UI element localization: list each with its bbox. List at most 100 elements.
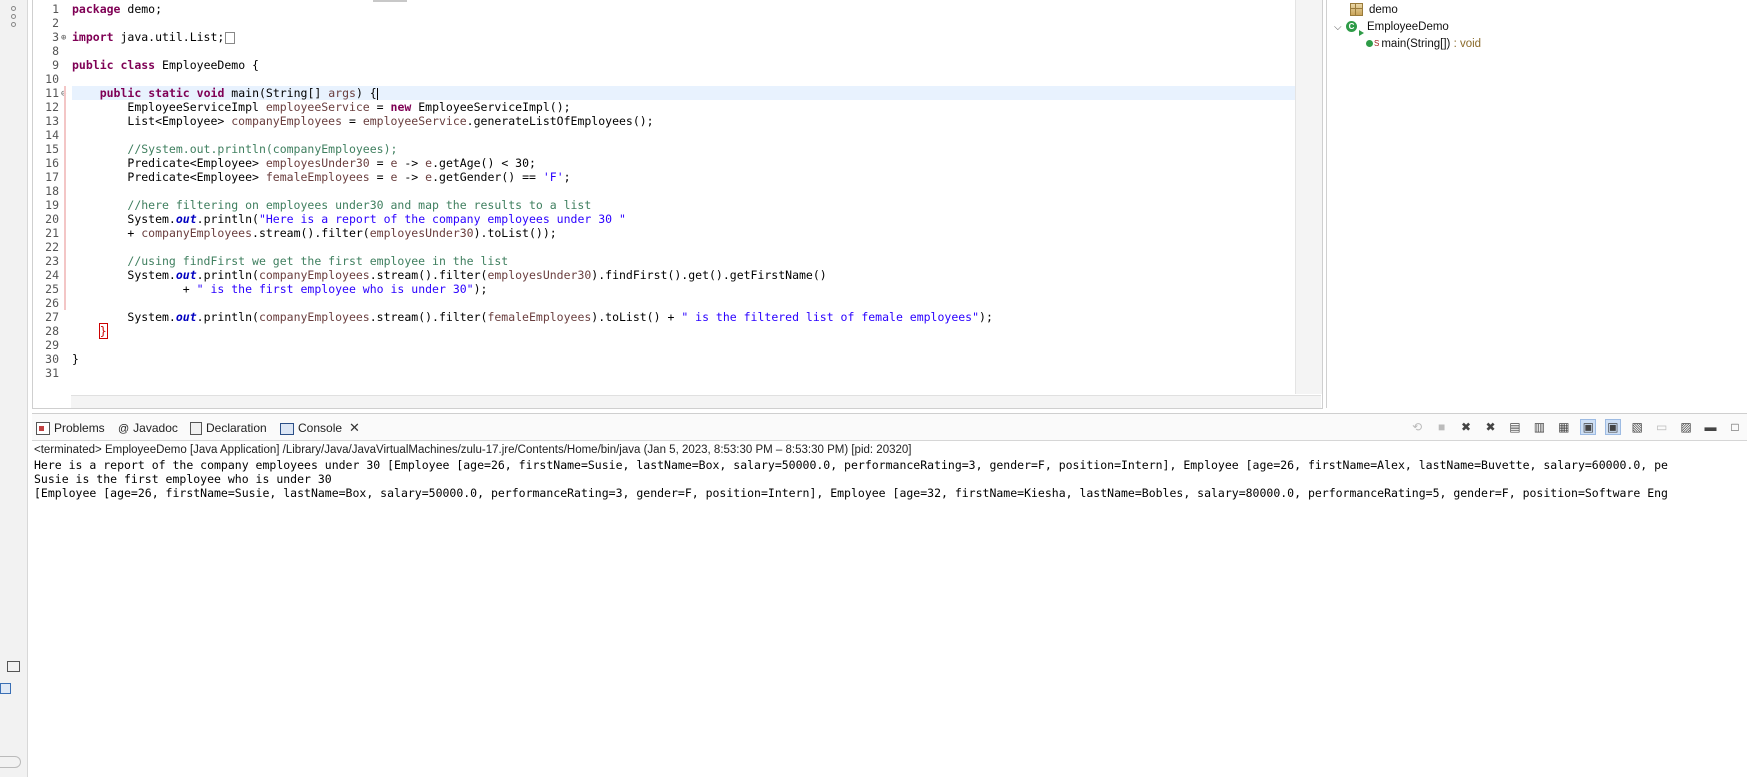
line-number: 28	[45, 324, 59, 338]
remove-all-terminated-icon[interactable]: ✖	[1482, 419, 1498, 435]
tab-console[interactable]: Console ✕	[280, 419, 360, 437]
code-line[interactable]: List<Employee> companyEmployees = employ…	[72, 114, 1322, 128]
console-output-line: Susie is the first employee who is under…	[34, 472, 332, 486]
open-console-icon[interactable]: ▨	[1678, 419, 1694, 435]
code-line[interactable]: }	[72, 323, 1322, 339]
line-number: 29	[45, 338, 59, 352]
runnable-icon	[1359, 30, 1364, 36]
line-number: 1	[52, 2, 59, 16]
console-output[interactable]: Here is a report of the company employee…	[34, 458, 1744, 500]
minimized-view-icon[interactable]	[0, 683, 11, 694]
left-scroll-handle[interactable]	[0, 756, 21, 768]
console-toolbar: ⟲ ■ ✖ ✖ ▤ ▥ ▦ ▣ ▣ ▧ ▭ ▨ ▬ □	[1405, 418, 1743, 436]
line-number: 18	[33, 184, 66, 198]
maximize-icon[interactable]: □	[1727, 419, 1743, 435]
code-line[interactable]: public class EmployeeDemo {	[72, 58, 1322, 72]
code-line[interactable]	[72, 240, 1322, 254]
minimize-icon[interactable]: ▬	[1703, 419, 1719, 435]
line-number: 30	[45, 352, 59, 366]
editor-vertical-scrollbar[interactable]	[1295, 0, 1322, 394]
javadoc-icon: @	[118, 422, 130, 435]
collapsed-imports-icon[interactable]	[225, 31, 236, 44]
clear-console-icon[interactable]: ▤	[1507, 419, 1523, 435]
code-line-current[interactable]: public static void main(String[] args) {	[72, 86, 1322, 100]
tab-declaration[interactable]: Declaration	[190, 419, 267, 437]
scroll-lock-icon[interactable]: ▥	[1531, 419, 1547, 435]
code-line[interactable]: System.out.println(companyEmployees.stre…	[72, 310, 1322, 324]
code-line[interactable]: //here filtering on employees under30 an…	[72, 198, 1322, 212]
package-icon	[1350, 3, 1363, 17]
bottom-panel: Problems @ Javadoc Declaration Console ✕ ⟲…	[32, 413, 1747, 778]
code-editor[interactable]: 1 2 3 ⊕ 8 9 10 11 ⊖ 12 13 14 15 16 17 18 1…	[32, 0, 1323, 409]
close-icon[interactable]: ✕	[349, 420, 360, 435]
show-on-stderr-icon[interactable]: ▣	[1604, 418, 1621, 435]
word-wrap-icon[interactable]: ▦	[1556, 419, 1572, 435]
expand-fold-icon[interactable]: ⊕	[61, 31, 66, 45]
line-number: 17	[33, 170, 66, 184]
code-line[interactable]: import java.util.List;	[72, 30, 1322, 44]
line-number: 24	[33, 268, 66, 282]
outline-view: demo ⌵ C EmployeeDemo Smain(String[]) : vo…	[1326, 0, 1747, 408]
line-number: 16	[33, 156, 66, 170]
disconnect-icon[interactable]: ⟲	[1409, 419, 1425, 435]
pin-console-icon[interactable]: ▧	[1629, 419, 1645, 435]
code-line[interactable]	[72, 16, 1322, 30]
left-trim-bar	[0, 0, 28, 777]
line-number-gutter: 1 2 3 ⊕ 8 9 10 11 ⊖ 12 13 14 15 16 17 18 1…	[33, 2, 71, 394]
line-number: 9	[52, 58, 59, 72]
display-selected-console-icon[interactable]: ▭	[1654, 419, 1670, 435]
code-line[interactable]: + companyEmployees.stream().filter(emplo…	[72, 226, 1322, 240]
line-number: 21	[33, 226, 66, 240]
line-number: 22	[33, 240, 66, 254]
outline-class-row[interactable]: ⌵ C EmployeeDemo	[1334, 19, 1449, 36]
code-line[interactable]: //System.out.println(companyEmployees);	[72, 142, 1322, 156]
code-line[interactable]: //using findFirst we get the first emplo…	[72, 254, 1322, 268]
outline-method-row[interactable]: Smain(String[]) : void	[1366, 36, 1481, 52]
code-line[interactable]: package demo;	[72, 2, 1322, 16]
tab-problems[interactable]: Problems	[36, 419, 105, 437]
line-number: 19	[33, 198, 66, 212]
console-output-line: Here is a report of the company employee…	[34, 458, 1668, 472]
code-line[interactable]	[72, 72, 1322, 86]
code-line[interactable]: Predicate<Employee> employesUnder30 = e …	[72, 156, 1322, 170]
collapse-fold-icon[interactable]: ⊖	[61, 87, 66, 101]
code-line[interactable]	[72, 338, 1322, 352]
code-line[interactable]: }	[72, 352, 1322, 366]
declaration-icon	[190, 422, 202, 436]
line-number: 27	[45, 310, 59, 324]
restore-view-icon[interactable]	[7, 661, 20, 672]
console-output-line: [Employee [age=26, firstName=Susie, last…	[34, 486, 1668, 500]
code-text-area[interactable]: package demo; import java.util.List; pub…	[72, 2, 1322, 380]
code-line[interactable]: Predicate<Employee> femaleEmployees = e …	[72, 170, 1322, 184]
console-icon	[280, 422, 294, 435]
line-number: 3 ⊕	[52, 30, 67, 44]
line-number: 23	[33, 254, 66, 268]
class-icon: C	[1346, 21, 1357, 33]
line-number: 2	[52, 16, 59, 30]
view-menu-icon[interactable]	[11, 6, 16, 30]
line-number: 10	[45, 72, 59, 86]
show-on-stdout-icon[interactable]: ▣	[1580, 418, 1597, 435]
code-line[interactable]: + " is the first employee who is under 3…	[72, 282, 1322, 296]
code-line[interactable]	[72, 296, 1322, 310]
panel-tab-bar: Problems @ Javadoc Declaration Console ✕ ⟲…	[32, 414, 1747, 441]
code-line[interactable]: System.out.println(companyEmployees.stre…	[72, 268, 1322, 282]
code-line[interactable]	[72, 184, 1322, 198]
static-marker: S	[1374, 39, 1380, 48]
code-line[interactable]	[72, 366, 1322, 380]
code-line[interactable]: EmployeeServiceImpl employeeService = ne…	[72, 100, 1322, 114]
line-number: 15	[33, 142, 66, 156]
outline-package-row[interactable]: demo	[1350, 2, 1398, 18]
line-number: 20	[33, 212, 66, 226]
terminate-icon[interactable]: ■	[1434, 419, 1450, 435]
code-line[interactable]	[72, 128, 1322, 142]
code-line[interactable]: System.out.println("Here is a report of …	[72, 212, 1322, 226]
matching-bracket: }	[98, 323, 108, 339]
tab-javadoc[interactable]: @ Javadoc	[118, 419, 178, 437]
problems-icon	[36, 422, 50, 436]
editor-horizontal-scrollbar[interactable]	[71, 395, 1321, 408]
chevron-down-icon[interactable]: ⌵	[1334, 20, 1346, 36]
console-process-label: <terminated> EmployeeDemo [Java Applicat…	[34, 444, 912, 456]
code-line[interactable]	[72, 44, 1322, 58]
remove-launch-icon[interactable]: ✖	[1458, 419, 1474, 435]
